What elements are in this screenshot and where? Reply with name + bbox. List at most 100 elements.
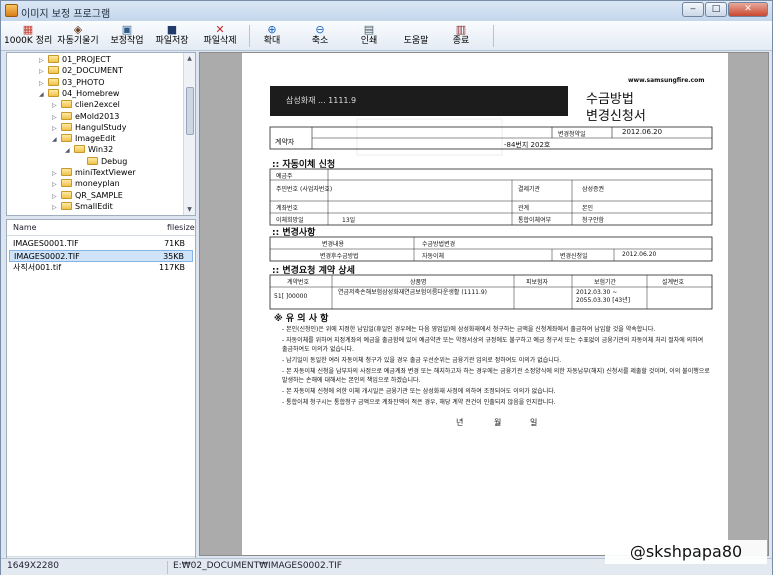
s1-value2: 삼성증권: [582, 186, 605, 193]
toolbar-button-1[interactable]: ◈ 자동기울기: [53, 23, 103, 49]
toolbar-button-4[interactable]: ✕ 파일삭제: [199, 23, 241, 49]
s1-value2: 본인: [582, 205, 594, 212]
watermark: @skshpapa80: [605, 540, 767, 564]
s2-header-0: 변경내용: [322, 241, 345, 248]
column-header-name[interactable]: Name: [13, 223, 37, 232]
tree-vertical-scrollbar[interactable]: ▲ ▼: [183, 53, 195, 215]
s3-period: 2012.03.30 ~ 2055.03.30 [43년]: [576, 289, 631, 304]
expanded-arrow-icon[interactable]: ◢: [52, 134, 61, 146]
expanded-arrow-icon[interactable]: ◢: [65, 145, 74, 157]
tree-item-label: 04_Homebrew: [62, 88, 120, 98]
zoom-in-icon: ⊕: [267, 23, 277, 36]
toolbar-button-0[interactable]: ▦ 1000K 정리: [4, 23, 52, 49]
doc-header-code: 삼성화재 ... 1111.9: [286, 96, 357, 105]
folder-icon: [61, 168, 72, 176]
note-line: - 본인(신청인)은 위에 지정한 납입일(휴일인 경우에는 다음 영업일)에 …: [282, 326, 656, 333]
doc-address: -84번지 202호: [504, 141, 551, 149]
note-line: - 본 자동이체 신청에 의한 이체 개시일은 금융기관 또는 삼성화재 사정에…: [282, 388, 556, 395]
folder-tree[interactable]: ▷ 01_PROJECT ▷ 02_DOCUMENT ▷ 03_PHOTO ◢ 04_Home…: [6, 52, 196, 216]
toolbar-button-label: 1000K 정리: [4, 36, 53, 46]
toolbar-button-label: 보정작업: [110, 36, 144, 46]
toolbar-button-3[interactable]: ■ 파일저장: [151, 23, 193, 49]
tree-item-label: eMold2013: [75, 111, 120, 121]
tree-item[interactable]: ▷ eMold2013: [52, 111, 119, 123]
deskew-icon: ◈: [73, 23, 83, 36]
tree-item[interactable]: ◢ 04_Homebrew: [39, 88, 119, 100]
toolbar-separator: [493, 25, 494, 47]
minimize-button[interactable]: ‒: [682, 2, 704, 17]
collapsed-arrow-icon[interactable]: ▷: [52, 202, 61, 214]
toolbar-button-label: 축소: [311, 36, 329, 46]
footer-day: 일: [530, 418, 538, 427]
status-path: E:₩02_DOCUMENT₩IMAGES0002.TIF: [173, 561, 342, 571]
doc-section3-title: :: 변경요청 계약 상세: [272, 266, 355, 276]
toolbar-button-7[interactable]: ▤ 인쇄: [353, 23, 385, 49]
column-header-filesize[interactable]: filesize: [167, 223, 195, 232]
delete-icon: ✕: [215, 23, 225, 36]
status-dimensions: 1649X2280: [7, 561, 59, 571]
s1-label: 계좌번호: [276, 205, 299, 212]
file-row[interactable]: 사직서001.tif 117KB: [9, 262, 193, 274]
file-row[interactable]: IMAGES0001.TIF 71KB: [9, 238, 193, 250]
s3-header-3: 보험기간: [594, 279, 617, 286]
scroll-down-arrow-icon[interactable]: ▼: [184, 204, 195, 215]
save-icon: ■: [166, 23, 178, 36]
toolbar-button-9[interactable]: ▥ 종료: [445, 23, 477, 49]
help-icon: [409, 23, 423, 36]
toolbar-button-5[interactable]: ⊕ 확대: [256, 23, 288, 49]
s1-field2: 결제기관: [518, 186, 541, 193]
tree-item-label: QR_SAMPLE: [75, 190, 123, 200]
file-size: 71KB: [164, 239, 185, 248]
scroll-up-arrow-icon[interactable]: ▲: [184, 53, 195, 64]
toolbar-button-6[interactable]: ⊖ 축소: [304, 23, 336, 49]
expanded-arrow-icon[interactable]: ◢: [39, 89, 48, 101]
zoom-out-icon: ⊖: [315, 23, 325, 36]
tree-item[interactable]: ▷ 02_DOCUMENT: [39, 65, 123, 77]
image-viewer[interactable]: www.samsungfire.com 삼성화재 ... 1111.9 수금방법…: [199, 52, 769, 556]
title-bar[interactable]: 이미지 보정 프로그램 ‒ □ ✕: [1, 1, 772, 21]
tree-item[interactable]: ▷ 03_PHOTO: [39, 77, 105, 89]
tree-item[interactable]: ▷ miniTextViewer: [52, 167, 136, 179]
folder-icon: [61, 201, 72, 210]
footer-year: 년: [456, 418, 464, 427]
section1-title-text: 자동이체 신청: [282, 160, 336, 170]
toolbar-button-label: 자동기울기: [57, 36, 99, 46]
tree-item-label: Debug: [101, 156, 128, 166]
note-line: - 자동이체를 위하여 지정계좌의 예금을 출금함에 있어 예금약관 또는 약정…: [282, 337, 704, 353]
tree-item[interactable]: ▷ clien2excel: [52, 99, 120, 111]
tree-item-label: 01_PROJECT: [62, 55, 111, 64]
s2-cell-1: 자동이체: [422, 253, 445, 260]
note-line: - 통합이체 청구시는 통합청구 금액으로 계좌잔액이 적은 경우, 해당 계약…: [282, 399, 556, 406]
tree-item[interactable]: ▷ QR_SAMPLE: [52, 190, 123, 202]
tree-item[interactable]: ▷ SmallEdit: [52, 201, 113, 213]
s2-cell-2: 변경신청일: [560, 253, 588, 260]
tree-item[interactable]: Debug: [78, 156, 127, 168]
tree-item-label: clien2excel: [75, 100, 120, 110]
tree-item[interactable]: ▷ moneyplan: [52, 178, 120, 190]
s3-header-2: 피보험자: [526, 279, 549, 286]
s3-contract: 51[ ]00000: [274, 293, 308, 300]
tree-item[interactable]: ◢ ImageEdit: [52, 133, 116, 145]
tree-item-label: 03_PHOTO: [62, 77, 105, 87]
s3-header-0: 계약번호: [287, 279, 310, 286]
doc-section1-title: :: 자동이체 신청: [272, 160, 336, 170]
app-icon: [5, 4, 18, 17]
scroll-thumb[interactable]: [186, 87, 194, 135]
tree-item[interactable]: ◢ Win32: [65, 144, 113, 156]
maximize-button[interactable]: □: [705, 2, 727, 17]
toolbar-button-label: 도움말: [403, 36, 429, 46]
footer-month: 월: [494, 418, 502, 427]
doc-date-label: 변경청약일: [558, 131, 586, 138]
toolbar-button-2[interactable]: ▣ 보정작업: [106, 23, 148, 49]
tree-item[interactable]: ▷ 01_PROJECT: [39, 54, 111, 66]
s1-label: 예금주: [276, 173, 293, 180]
close-button[interactable]: ✕: [728, 2, 768, 17]
tree-item[interactable]: ▷ HangulStudy: [52, 122, 126, 134]
toolbar-button-label: 파일저장: [155, 36, 189, 46]
toolbar-button-8[interactable]: 도움말: [398, 23, 434, 49]
file-row[interactable]: IMAGES0002.TIF 35KB: [9, 250, 193, 262]
tree-item-label: SmallEdit: [75, 201, 113, 211]
folder-icon: [61, 179, 72, 188]
folder-icon: [61, 111, 72, 120]
folder-icon: [61, 100, 72, 109]
